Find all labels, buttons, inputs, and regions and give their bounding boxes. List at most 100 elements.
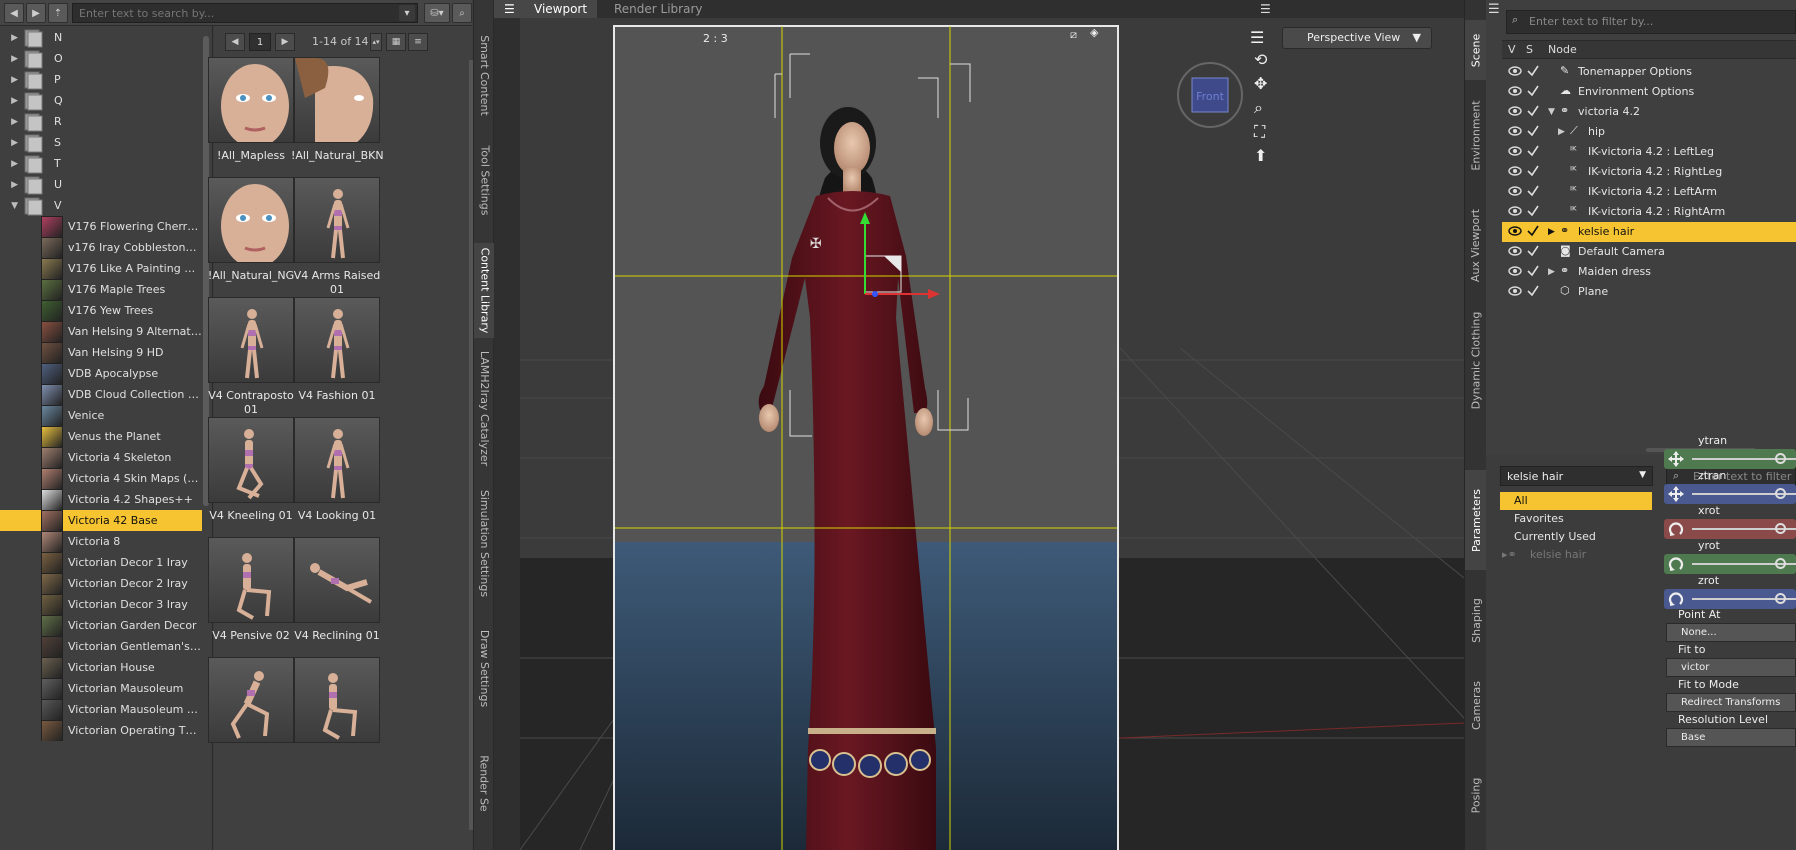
right-tab[interactable]: Cameras	[1465, 660, 1487, 750]
search-icon[interactable]: ⌕	[452, 3, 472, 23]
right-tab[interactable]: Posing	[1465, 750, 1487, 840]
tree-folder-row[interactable]: ▶ U	[0, 174, 202, 195]
expand-toggle-icon[interactable]: ▼	[1548, 107, 1555, 117]
expand-arrow-icon[interactable]: ▶	[0, 138, 22, 148]
collapse-arrow-icon[interactable]: ▼	[0, 201, 22, 211]
scene-node-row[interactable]: ▶ ⟋ hip	[1502, 122, 1796, 142]
tree-item[interactable]: V176 Yew Trees	[0, 300, 202, 321]
visibility-eye-icon[interactable]	[1508, 266, 1522, 276]
right-tab[interactable]: Parameters	[1465, 470, 1487, 570]
slider-knob[interactable]	[1775, 523, 1786, 534]
visibility-eye-icon[interactable]	[1508, 126, 1522, 136]
param-slider[interactable]: ytran	[1664, 434, 1796, 472]
selectable-check-icon[interactable]	[1526, 285, 1540, 297]
selectable-check-icon[interactable]	[1526, 185, 1540, 197]
tree-folder-row[interactable]: ▶ T	[0, 153, 202, 174]
content-item[interactable]: V4 Kneeling 01	[205, 417, 297, 549]
expand-arrow-icon[interactable]: ▶	[0, 180, 22, 190]
nav-cube-label[interactable]: Front	[1196, 90, 1225, 103]
viewport-menu-icon[interactable]: ☰	[1250, 0, 1281, 18]
param-slider[interactable]: ztran	[1664, 469, 1796, 507]
tree-item[interactable]: Victoria 4 Skin Maps (Std...	[0, 468, 202, 489]
content-item[interactable]	[291, 657, 383, 789]
tree-folder-row[interactable]: ▶ Q	[0, 90, 202, 111]
scene-node-row[interactable]: ᴵᴷ IK-victoria 4.2 : RightArm	[1502, 202, 1796, 222]
tree-item[interactable]: Victorian Decor 1 Iray	[0, 552, 202, 573]
frame-selected-icon[interactable]: ⛶	[1254, 122, 1278, 146]
expand-arrow-icon[interactable]: ▶	[0, 96, 22, 106]
selectable-check-icon[interactable]	[1526, 205, 1540, 217]
expand-arrow-icon[interactable]: ▶	[0, 75, 22, 85]
scene-node-row[interactable]: ✎ Tonemapper Options	[1502, 62, 1796, 82]
scene-filter-input[interactable]: ⌕ Enter text to filter by...	[1506, 10, 1796, 34]
prev-page-icon[interactable]: ◀	[225, 33, 245, 51]
next-page-icon[interactable]: ▶	[275, 33, 295, 51]
slider-knob[interactable]	[1775, 488, 1786, 499]
selectable-check-icon[interactable]	[1526, 165, 1540, 177]
search-dropdown-icon[interactable]: ▾	[398, 4, 416, 22]
slider-knob[interactable]	[1775, 453, 1786, 464]
param-slider[interactable]: xrot	[1664, 504, 1796, 542]
reset-view-icon[interactable]: ⬆	[1254, 146, 1278, 170]
tree-folder-row[interactable]: ▶ P	[0, 69, 202, 90]
tree-item[interactable]: V176 Maple Trees	[0, 279, 202, 300]
3d-viewport[interactable]: Front ✠ 2 : 3 ⧄ ◈ Perspective View ▼ ☰ ⟲ …	[520, 18, 1464, 850]
tree-item[interactable]: Van Helsing 9 HD	[0, 342, 202, 363]
left-tab[interactable]: Tool Settings	[474, 133, 495, 228]
param-node-select[interactable]: kelsie hair ▼	[1500, 466, 1653, 486]
left-tab[interactable]: Smart Content	[474, 28, 495, 123]
selectable-check-icon[interactable]	[1526, 105, 1540, 117]
visibility-eye-icon[interactable]	[1508, 166, 1522, 176]
content-item[interactable]: V4 Contraposto 01	[205, 297, 297, 429]
content-item[interactable]: V4 Fashion 01	[291, 297, 383, 429]
tree-folder-row[interactable]: ▶ S	[0, 132, 202, 153]
tree-item[interactable]: v176 Iray Cobblestone Te...	[0, 237, 202, 258]
orbit-icon[interactable]: ⟲	[1254, 50, 1278, 74]
visibility-eye-icon[interactable]	[1508, 226, 1522, 236]
param-category[interactable]: Currently Used	[1500, 528, 1652, 546]
scene-node-row[interactable]: ᴵᴷ IK-victoria 4.2 : LeftLeg	[1502, 142, 1796, 162]
selectable-check-icon[interactable]	[1526, 225, 1540, 237]
scene-node-row[interactable]: ▶ ⚭ Maiden dress	[1502, 262, 1796, 282]
scene-node-row[interactable]: ▶ ⚭ kelsie hair	[1502, 222, 1796, 242]
left-tab[interactable]: Content Library	[474, 243, 495, 338]
tree-item[interactable]: Victorian Mausoleum Exp...	[0, 699, 202, 720]
content-item[interactable]: !All_Mapless	[205, 57, 297, 189]
tree-item[interactable]: Victoria 4 Skeleton	[0, 447, 202, 468]
tree-folder-row[interactable]: ▶ N	[0, 27, 202, 48]
tree-item[interactable]: VDB Apocalypse	[0, 363, 202, 384]
tree-item[interactable]: V176 Like A Painting Vig...	[0, 258, 202, 279]
tree-item[interactable]: Victoria 8	[0, 531, 202, 552]
view-mode-select[interactable]: Perspective View ▼	[1282, 27, 1432, 49]
scene-node-row[interactable]: ᴵᴷ IK-victoria 4.2 : LeftArm	[1502, 182, 1796, 202]
visibility-eye-icon[interactable]	[1508, 286, 1522, 296]
right-tab[interactable]: Shaping	[1465, 580, 1487, 660]
left-tab[interactable]: Draw Settings	[474, 618, 495, 718]
zoom-icon[interactable]: ⌕	[1254, 98, 1278, 122]
param-slider[interactable]: yrot	[1664, 539, 1796, 577]
content-item[interactable]: V4 Reclining 01	[291, 537, 383, 669]
expand-arrow-icon[interactable]: ▶	[0, 159, 22, 169]
tree-item[interactable]: Victorian Decor 3 Iray	[0, 594, 202, 615]
right-tab[interactable]: Aux Viewport	[1465, 195, 1487, 295]
tree-item[interactable]: Victoria 4.2 Shapes++	[0, 489, 202, 510]
left-tab[interactable]: Render Se	[474, 718, 495, 848]
param-category[interactable]: All	[1500, 492, 1652, 510]
content-item[interactable]: V4 Pensive 02	[205, 537, 297, 669]
param-slider[interactable]: zrot	[1664, 574, 1796, 612]
icon-view-icon[interactable]: ▦	[386, 33, 406, 51]
scene-node-row[interactable]: ◙ Default Camera	[1502, 242, 1796, 262]
tree-item[interactable]: Victorian Garden Decor	[0, 615, 202, 636]
column-visible[interactable]: V	[1508, 43, 1516, 56]
right-tab[interactable]: Environment	[1465, 90, 1487, 180]
visibility-eye-icon[interactable]	[1508, 106, 1522, 116]
size-stepper-icon[interactable]: ▴▾	[370, 33, 382, 51]
tree-item[interactable]: V176 Flowering Cherry T...	[0, 216, 202, 237]
expand-arrow-icon[interactable]: ▶	[0, 33, 22, 43]
visibility-eye-icon[interactable]	[1508, 246, 1522, 256]
param-property-value[interactable]: victor	[1666, 658, 1796, 677]
scene-node-row[interactable]: ᴵᴷ IK-victoria 4.2 : RightLeg	[1502, 162, 1796, 182]
up-level-icon[interactable]: ⇡	[48, 3, 68, 23]
back-icon[interactable]: ◀	[4, 3, 24, 23]
scene-node-row[interactable]: ▼ ⚭ victoria 4.2	[1502, 102, 1796, 122]
